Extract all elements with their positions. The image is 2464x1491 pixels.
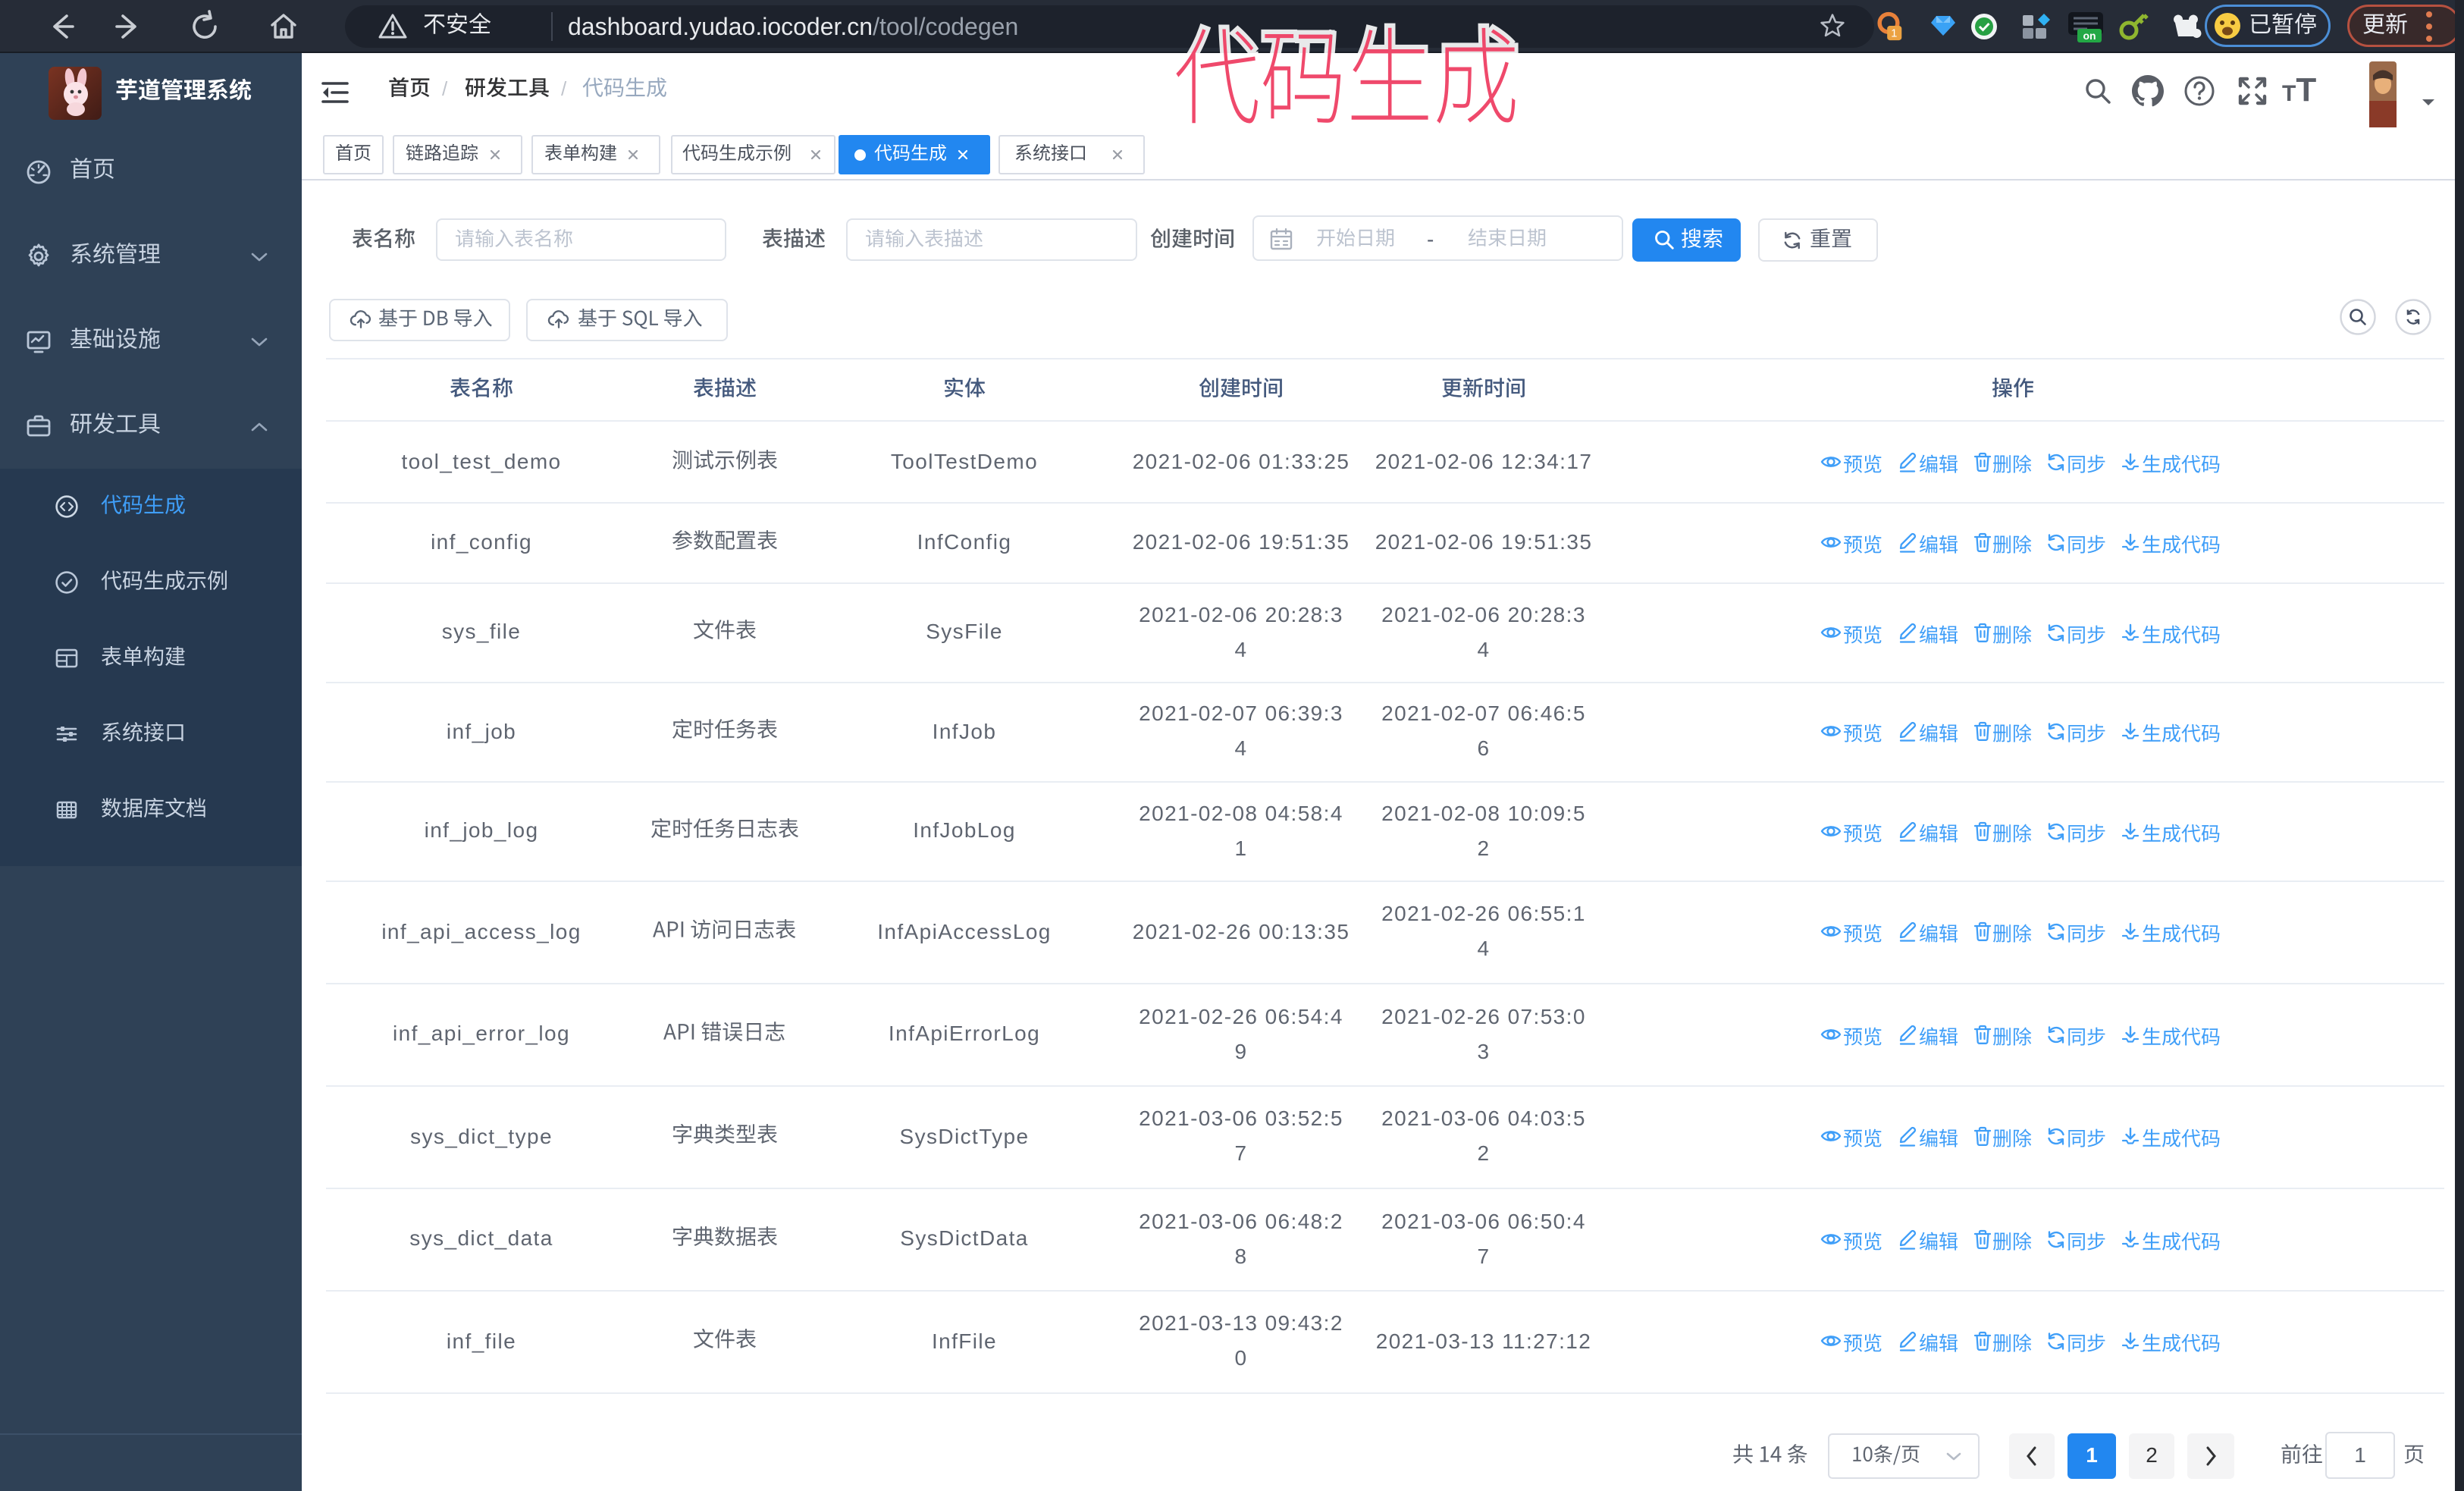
- svg-text:1: 1: [1891, 28, 1897, 40]
- svg-text:on: on: [2083, 30, 2096, 42]
